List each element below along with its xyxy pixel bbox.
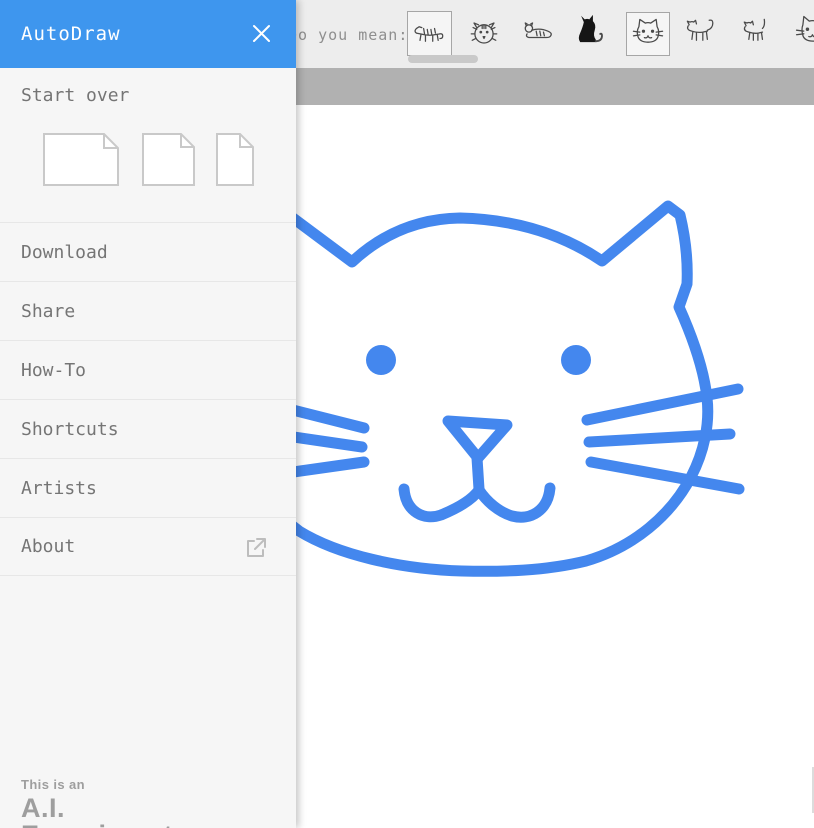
footer-tagline: This is an (21, 777, 271, 792)
suggestion-cat-walking-straight-tail[interactable] (735, 11, 779, 55)
cat-right-whiskers (587, 389, 739, 489)
cat-left-eye (366, 345, 396, 375)
tiger-face-icon (464, 13, 504, 53)
cat-right-eye (561, 345, 591, 375)
menu-item-label: Artists (21, 478, 97, 499)
tiger-walking-icon (410, 14, 450, 54)
cat-head-outline (238, 177, 708, 571)
external-link-icon (245, 536, 268, 559)
menu-item-label: Share (21, 301, 75, 322)
menu-item-label: Download (21, 242, 108, 263)
suggestion-cat-face[interactable] (626, 12, 670, 56)
menu-item-artists[interactable]: Artists (0, 458, 296, 517)
menu-item-label: How-To (21, 360, 86, 381)
suggestion-scrollbar-thumb[interactable] (408, 55, 478, 63)
app-title: AutoDraw (21, 23, 121, 45)
black-cat-icon (572, 13, 612, 53)
do-you-mean-label: Do you mean: (288, 26, 408, 44)
ai-experiment-footer: This is an A.I. Experiment (21, 777, 271, 828)
menu-item-share[interactable]: Share (0, 281, 296, 340)
canvas-size-picker (43, 133, 255, 186)
menu-item-about[interactable]: About (0, 517, 296, 576)
start-over-label: Start over (21, 85, 129, 106)
cat-face-icon (628, 14, 668, 54)
footer-ai-label: A.I. (21, 795, 271, 822)
square-canvas-icon[interactable] (142, 133, 196, 186)
drawer-header: AutoDraw (0, 0, 296, 68)
landscape-canvas-icon[interactable] (43, 133, 120, 186)
suggestion-cat-walking-curled-tail[interactable] (679, 11, 723, 55)
menu-item-label: Shortcuts (21, 419, 119, 440)
suggestion-cat-silhouette[interactable] (570, 11, 614, 55)
menu-item-label: About (21, 536, 75, 557)
cat-walking-straight-tail-icon (737, 13, 777, 53)
suggestion-tiger-face[interactable] (462, 11, 506, 55)
portrait-canvas-icon[interactable] (216, 133, 255, 186)
menu-item-download[interactable]: Download (0, 222, 296, 281)
autodraw-app: Do you mean: (0, 0, 814, 828)
menu-item-how-to[interactable]: How-To (0, 340, 296, 399)
drawer-menu: Download Share How-To Shortcuts Artists … (0, 222, 296, 576)
footer-experiment-label: Experiment (21, 822, 271, 828)
cat-face-partial-icon (792, 12, 814, 52)
cat-mouth (477, 458, 479, 489)
suggestion-tiger-walking[interactable] (407, 11, 452, 56)
menu-drawer: AutoDraw Start over (0, 0, 296, 828)
tiger-lying-icon (518, 13, 558, 53)
cat-walking-curled-tail-icon (681, 13, 721, 53)
suggestion-tiger-lying[interactable] (516, 11, 560, 55)
suggestion-cat-face-partial[interactable] (788, 8, 814, 56)
menu-item-shortcuts[interactable]: Shortcuts (0, 399, 296, 458)
close-icon[interactable] (250, 22, 273, 45)
cat-nose (448, 421, 507, 458)
